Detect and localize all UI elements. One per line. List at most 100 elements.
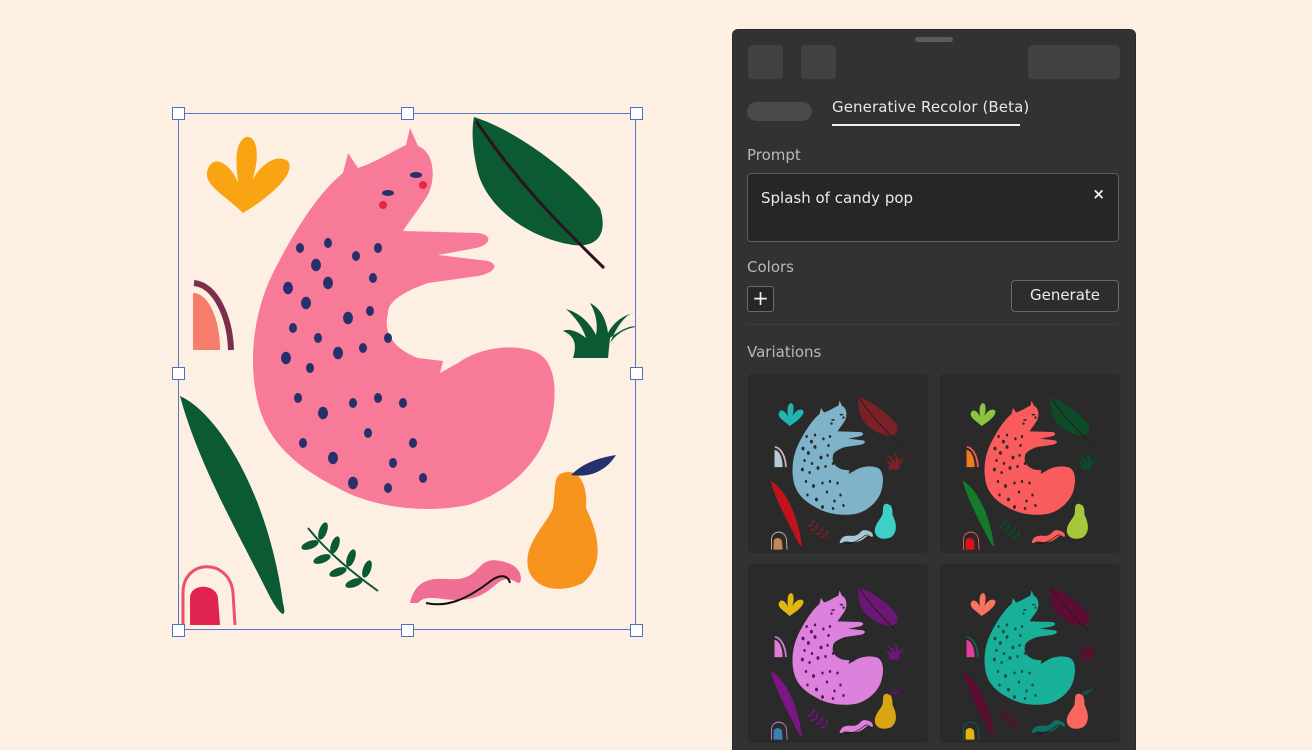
cat-spot: [281, 351, 291, 365]
cat-spot: [389, 458, 397, 468]
cat-spot: [992, 467, 996, 472]
cat-spot: [1013, 481, 1016, 485]
artwork[interactable]: [178, 113, 636, 630]
cat-cheek: [1034, 416, 1037, 419]
cat-spot: [813, 635, 817, 639]
add-color-button[interactable]: +: [747, 286, 774, 312]
grass-tuft: [885, 453, 908, 470]
cat-spot: [809, 629, 813, 634]
cat-spot: [1023, 697, 1027, 700]
cat-spot: [998, 493, 1001, 497]
cat-spot: [1008, 466, 1012, 470]
clear-prompt-icon[interactable]: ×: [1092, 185, 1105, 203]
cat-spot: [306, 363, 314, 373]
cat-spot: [1018, 643, 1021, 647]
selection-handle-bottom-center[interactable]: [401, 624, 414, 637]
cat-spot: [1007, 687, 1010, 692]
variation-thumbnail-3[interactable]: [748, 564, 928, 743]
cat-spot: [803, 459, 806, 462]
selection-handle-middle-left[interactable]: [172, 367, 185, 380]
prompt-input[interactable]: Splash of candy pop ×: [747, 173, 1119, 242]
cat-spot: [1001, 439, 1005, 444]
cat-spot: [399, 398, 407, 408]
cat-spot: [996, 670, 1000, 673]
toolbar-placeholder-button-3[interactable]: [1028, 45, 1120, 79]
cat-spot: [348, 476, 358, 490]
selection-handle-top-left[interactable]: [172, 107, 185, 120]
cat-eye: [1031, 603, 1036, 606]
selection-handle-top-right[interactable]: [630, 107, 643, 120]
pear: [874, 503, 896, 539]
cat-spot: [1008, 656, 1012, 660]
cat-spot: [826, 453, 829, 457]
cat-spot: [804, 480, 808, 483]
cat-spot: [1013, 505, 1016, 509]
artwork-canvas[interactable]: [178, 113, 636, 630]
sprig: [807, 518, 831, 540]
tab-placeholder[interactable]: [747, 102, 812, 121]
cat-spot: [831, 462, 835, 465]
cat-spot: [1005, 623, 1009, 627]
sprig: [301, 522, 379, 592]
pear: [1066, 693, 1088, 729]
cat-spot: [828, 670, 832, 673]
cat-spot: [1031, 683, 1034, 687]
cat-spot: [842, 694, 845, 697]
variation-thumbnail-4[interactable]: [940, 564, 1120, 743]
cat-spot: [833, 499, 836, 503]
cat-spot: [813, 433, 817, 437]
cat-spot: [819, 645, 823, 650]
cat-spot: [1016, 655, 1019, 658]
cat-spot: [333, 346, 343, 360]
cat-spot: [1020, 435, 1024, 438]
tab-generative-recolor[interactable]: Generative Recolor (Beta): [832, 98, 1029, 116]
sprig: [999, 518, 1023, 540]
pear-leaf: [1079, 498, 1094, 505]
panel-drag-handle[interactable]: [915, 37, 953, 42]
cat-eye: [382, 190, 394, 196]
cat-spot: [384, 483, 392, 493]
cat-eye: [1023, 419, 1027, 421]
cat-spot: [1025, 499, 1028, 503]
cat-spot: [810, 652, 814, 655]
cat-spot: [374, 243, 382, 253]
cat-spot: [815, 497, 818, 502]
cat-cheek: [842, 606, 845, 609]
prompt-input-value[interactable]: Splash of candy pop: [761, 189, 913, 207]
cat-spot: [825, 680, 829, 684]
arch-bottom: [965, 538, 975, 550]
cat-spot: [419, 473, 427, 483]
cat-spot: [1014, 437, 1017, 441]
variation-thumbnail-1[interactable]: [748, 374, 928, 553]
monstera-leaf: [472, 117, 603, 246]
pear: [874, 693, 896, 729]
toolbar-placeholder-button-2[interactable]: [801, 45, 836, 79]
cat-spot: [384, 333, 392, 343]
variation-thumbnail-2[interactable]: [940, 374, 1120, 553]
selection-handle-bottom-left[interactable]: [172, 624, 185, 637]
cat-spot: [1019, 634, 1022, 637]
cat-cheek: [419, 181, 427, 189]
cat-spot: [1023, 652, 1027, 655]
cat-spot: [1004, 484, 1007, 488]
pear-leaf: [887, 688, 902, 695]
generate-button[interactable]: Generate: [1011, 280, 1119, 312]
sprig: [999, 708, 1023, 730]
cat-spot: [828, 480, 832, 483]
cat-spot: [998, 683, 1001, 687]
cat-spot: [1034, 694, 1037, 697]
toolbar-placeholder-button-1[interactable]: [748, 45, 783, 79]
cat-spot: [806, 683, 809, 687]
selection-handle-top-center[interactable]: [401, 107, 414, 120]
cat-spot: [819, 455, 823, 460]
cat-spot: [1020, 480, 1024, 483]
cat-spot: [813, 445, 817, 449]
selection-handle-middle-right[interactable]: [630, 367, 643, 380]
cat-eye: [831, 609, 835, 611]
cat-cheek: [1022, 612, 1025, 615]
cat-spot: [318, 406, 328, 420]
cat-spot: [294, 393, 302, 403]
selection-handle-bottom-right[interactable]: [630, 624, 643, 637]
cat-spot: [328, 451, 338, 465]
cat-spot: [314, 333, 322, 343]
